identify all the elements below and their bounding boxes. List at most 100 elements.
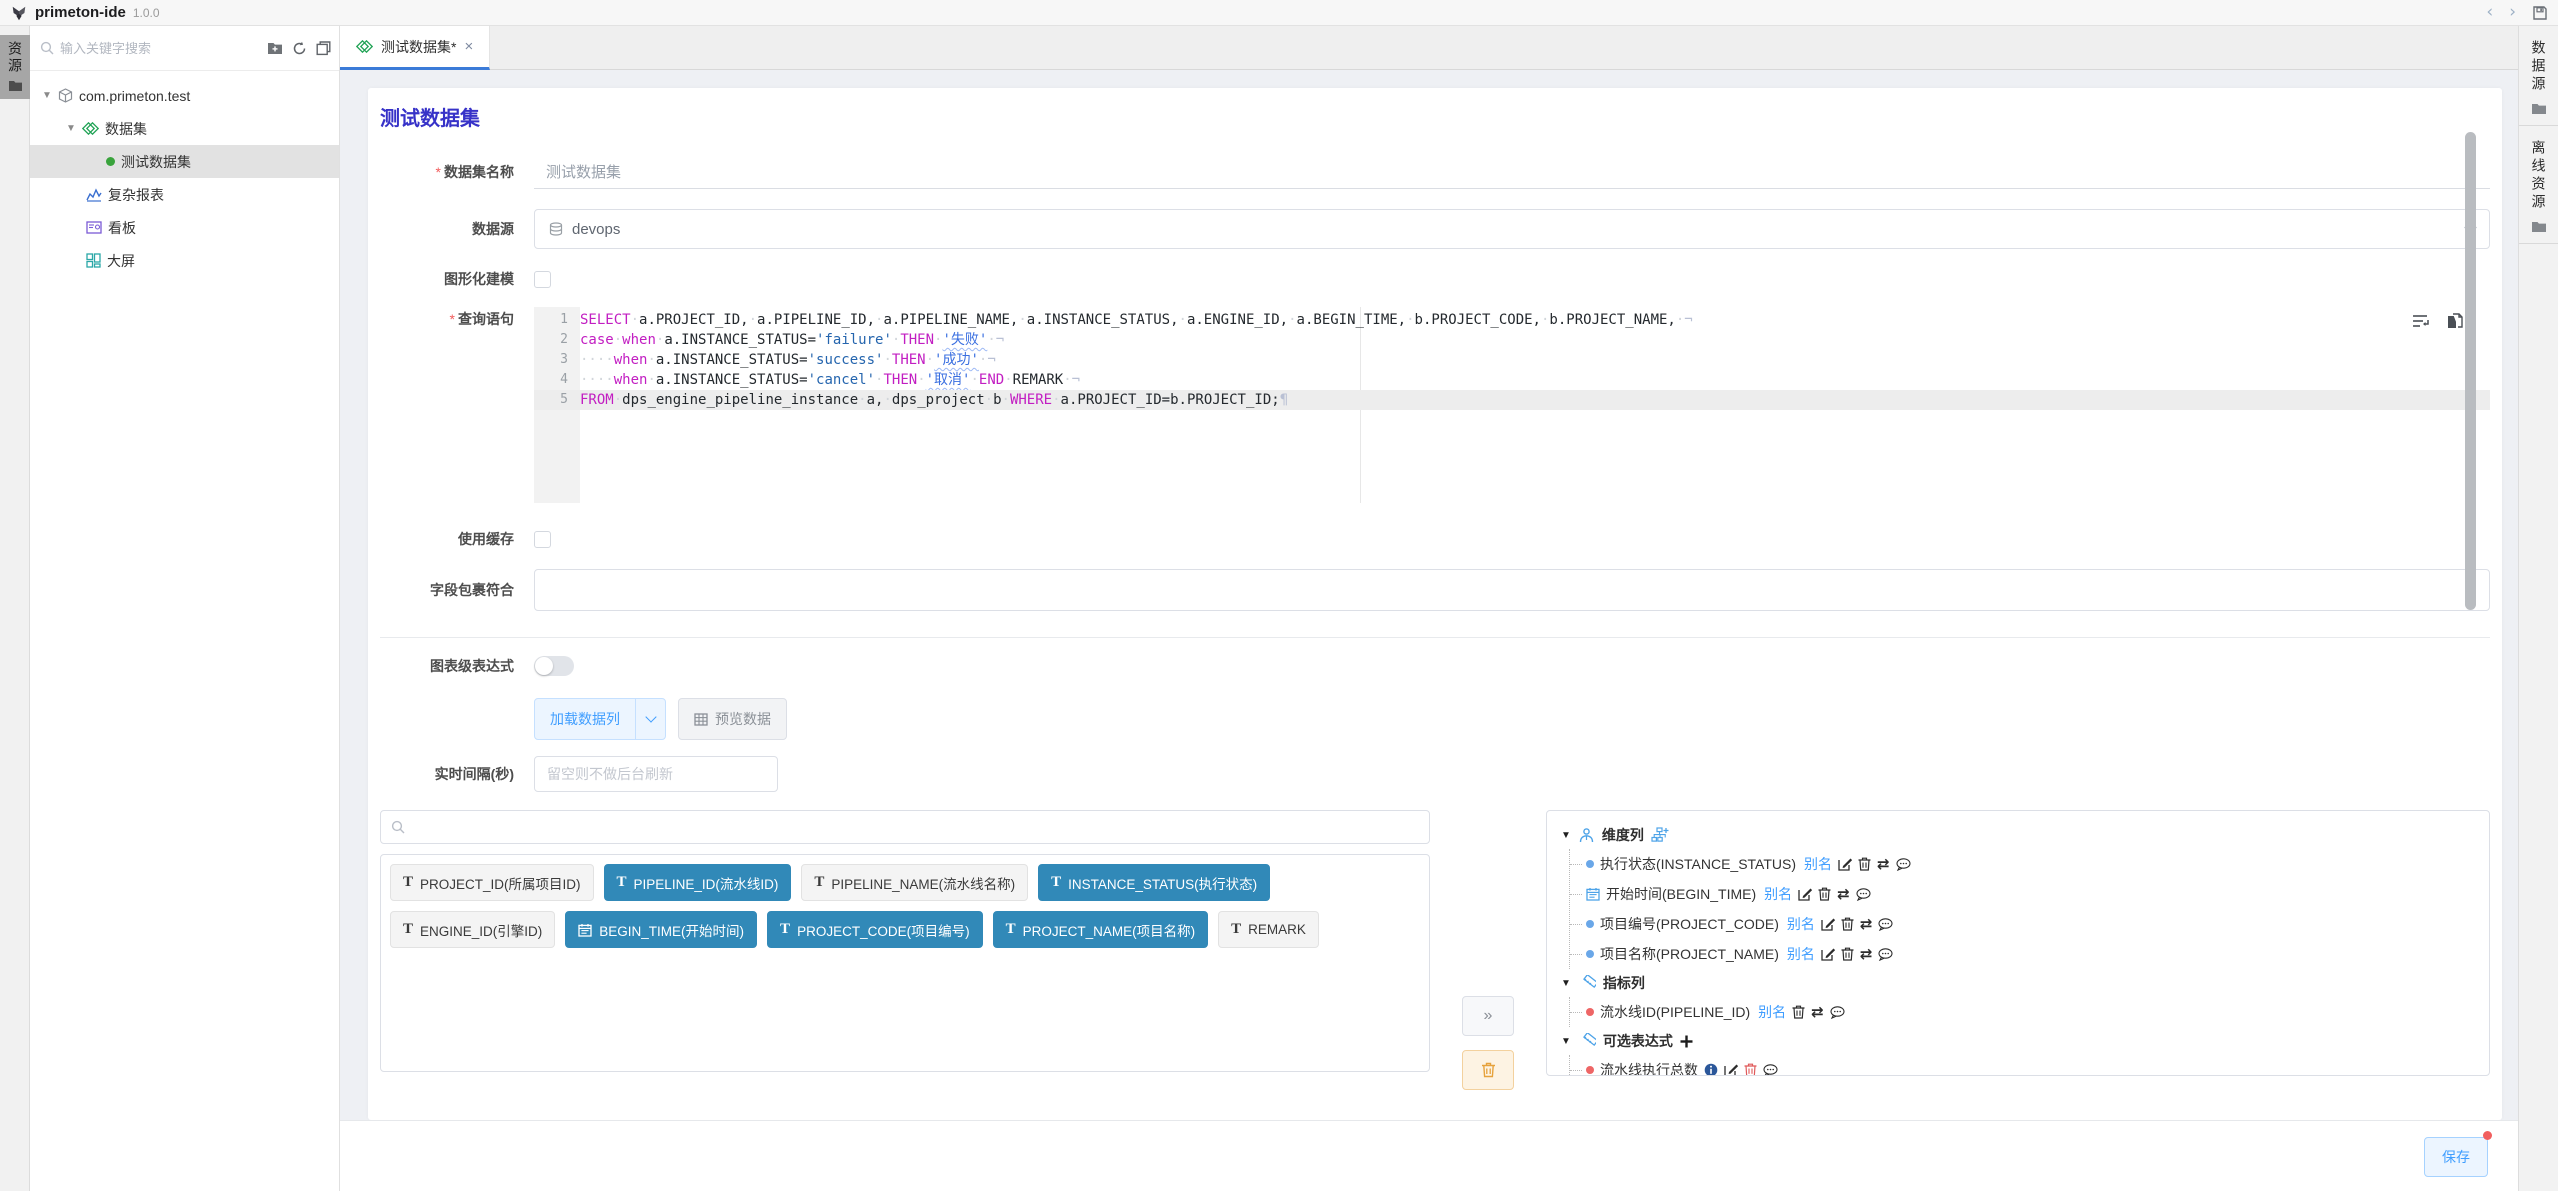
load-columns-button[interactable]: 加载数据列 — [534, 698, 666, 740]
delete-action-icon[interactable] — [1818, 887, 1831, 901]
swap-action-icon[interactable]: ⇄ — [1811, 1003, 1824, 1021]
refresh-icon[interactable] — [292, 41, 307, 56]
activity-resources[interactable]: 资源 — [0, 35, 30, 99]
save-all-icon[interactable] — [2532, 5, 2548, 21]
tab-close-icon[interactable]: × — [464, 38, 473, 55]
field-chip-label: PROJECT_NAME(项目名称) — [1023, 920, 1196, 940]
comment-action-icon[interactable] — [1878, 918, 1893, 931]
tree-item-complex-report[interactable]: 复杂报表 — [30, 178, 339, 211]
edit-action-icon[interactable] — [1821, 917, 1835, 931]
field-chip[interactable]: TPROJECT_ID(所属项目ID) — [390, 864, 594, 901]
hierarchy-add-button[interactable] — [1651, 827, 1669, 843]
format-sql-icon[interactable] — [2412, 313, 2431, 334]
sidebar-search[interactable] — [40, 41, 267, 56]
wrapper-field-label: 字段包裹符合 — [376, 580, 514, 600]
field-chip[interactable]: BEGIN_TIME(开始时间) — [565, 911, 757, 948]
field-chips-panel: TPROJECT_ID(所属项目ID)TPIPELINE_ID(流水线ID)TP… — [380, 854, 1430, 1072]
back-icon[interactable]: ‹ — [2486, 4, 2493, 21]
delete-action-icon[interactable] — [1841, 947, 1854, 961]
delete-action-icon[interactable] — [1744, 1063, 1757, 1076]
blue-dot-icon — [1586, 920, 1594, 928]
activity-offline-resources[interactable]: 离线资源 — [2519, 126, 2558, 244]
column-item-label: 流水线ID(PIPELINE_ID) — [1600, 1002, 1750, 1022]
edit-action-icon[interactable] — [1798, 887, 1812, 901]
preview-data-button[interactable]: 预览数据 — [678, 698, 787, 740]
alias-link[interactable]: 别名 — [1764, 884, 1792, 904]
tree-item-bigscreen[interactable]: 大屏 — [30, 244, 339, 277]
realtime-interval-input[interactable] — [534, 756, 778, 792]
alias-link[interactable]: 别名 — [1787, 944, 1815, 964]
text-type-icon: T — [617, 875, 627, 890]
vertical-scrollbar[interactable] — [2465, 132, 2476, 610]
chevron-down-icon — [645, 711, 656, 722]
forward-icon[interactable]: › — [2509, 4, 2516, 21]
info-action-icon[interactable] — [1704, 1063, 1718, 1076]
caret-down-icon[interactable]: ▼ — [42, 90, 52, 101]
field-chip[interactable]: TPIPELINE_ID(流水线ID) — [604, 864, 792, 901]
realtime-field-label: 实时间隔(秒) — [376, 764, 514, 784]
graphical-modeling-checkbox[interactable] — [534, 271, 551, 288]
sidebar-search-input[interactable] — [60, 41, 190, 56]
activity-datasource[interactable]: 数据源 — [2519, 26, 2558, 126]
sql-editor[interactable]: 1SELECT·a.PROJECT_ID,·a.PIPELINE_ID,·a.P… — [534, 307, 2490, 503]
delete-icon — [1792, 1005, 1805, 1019]
chart-expression-toggle[interactable] — [534, 656, 574, 676]
edit-action-icon[interactable] — [1821, 947, 1835, 961]
field-chip[interactable]: TREMARK — [1218, 911, 1319, 948]
tree-item-label: 数据集 — [105, 119, 147, 139]
new-folder-icon[interactable] — [267, 41, 283, 55]
alias-link[interactable]: 别名 — [1787, 914, 1815, 934]
collapse-all-icon[interactable] — [316, 41, 331, 56]
caret-down-icon[interactable]: ▼ — [1561, 830, 1571, 841]
field-chip[interactable]: TPROJECT_CODE(项目编号) — [767, 911, 983, 948]
comment-action-icon[interactable] — [1896, 858, 1911, 871]
tree-item-package[interactable]: ▼ com.primeton.test — [30, 79, 339, 112]
comment-action-icon[interactable] — [1763, 1064, 1778, 1077]
column-item-label: 开始时间(BEGIN_TIME) — [1606, 884, 1756, 904]
clear-columns-button[interactable] — [1462, 1050, 1514, 1090]
text-type-icon: T — [1006, 922, 1016, 937]
plus-button[interactable] — [1680, 1035, 1693, 1048]
delete-action-icon[interactable] — [1841, 917, 1854, 931]
caret-down-icon[interactable]: ▼ — [1561, 1036, 1571, 1047]
tab-test-dataset[interactable]: 测试数据集* × — [340, 26, 490, 70]
delete-action-icon[interactable] — [1858, 857, 1871, 871]
alias-link[interactable]: 别名 — [1758, 1002, 1786, 1022]
caret-down-icon[interactable]: ▼ — [1561, 978, 1571, 989]
move-right-button[interactable]: » — [1462, 996, 1514, 1036]
swap-icon: ⇄ — [1860, 915, 1873, 933]
tree-item-dashboard[interactable]: 看板 — [30, 211, 339, 244]
field-wrapper-input[interactable] — [534, 569, 2490, 611]
copy-sql-icon[interactable] — [2447, 313, 2464, 334]
swap-action-icon[interactable]: ⇄ — [1837, 885, 1850, 903]
field-chip[interactable]: TPIPELINE_NAME(流水线名称) — [801, 864, 1028, 901]
alias-link[interactable]: 别名 — [1804, 854, 1832, 874]
field-chip[interactable]: T PROJECT_NAME(项目名称) — [993, 911, 1209, 948]
swap-action-icon[interactable]: ⇄ — [1877, 855, 1890, 873]
swap-icon: ⇄ — [1877, 855, 1890, 873]
line-number: 3 — [534, 350, 580, 370]
load-columns-dropdown[interactable] — [635, 699, 665, 739]
comment-action-icon[interactable] — [1830, 1006, 1845, 1019]
comment-action-icon[interactable] — [1878, 948, 1893, 961]
folder-icon — [8, 79, 23, 92]
delete-action-icon[interactable] — [1792, 1005, 1805, 1019]
save-button[interactable]: 保存 — [2424, 1137, 2488, 1177]
datasource-select[interactable]: devops — [534, 209, 2490, 249]
swap-action-icon[interactable]: ⇄ — [1860, 945, 1873, 963]
comment-action-icon[interactable] — [1856, 888, 1871, 901]
edit-action-icon[interactable] — [1724, 1063, 1738, 1076]
field-chip-label: BEGIN_TIME(开始时间) — [599, 920, 744, 940]
tree-item-test-dataset[interactable]: 测试数据集 — [30, 145, 339, 178]
use-cache-checkbox[interactable] — [534, 531, 551, 548]
line-number: 2 — [534, 330, 580, 350]
caret-down-icon[interactable]: ▼ — [66, 123, 76, 134]
dataset-name-input[interactable] — [534, 155, 2490, 189]
field-chip[interactable]: TINSTANCE_STATUS(执行状态) — [1038, 864, 1270, 901]
tree-item-dataset-folder[interactable]: ▼ 数据集 — [30, 112, 339, 145]
edit-action-icon[interactable] — [1838, 857, 1852, 871]
field-search-box[interactable] — [380, 810, 1430, 844]
swap-action-icon[interactable]: ⇄ — [1860, 915, 1873, 933]
activity-resources-label: 资源 — [5, 41, 25, 75]
field-chip[interactable]: TENGINE_ID(引擎ID) — [390, 911, 555, 948]
